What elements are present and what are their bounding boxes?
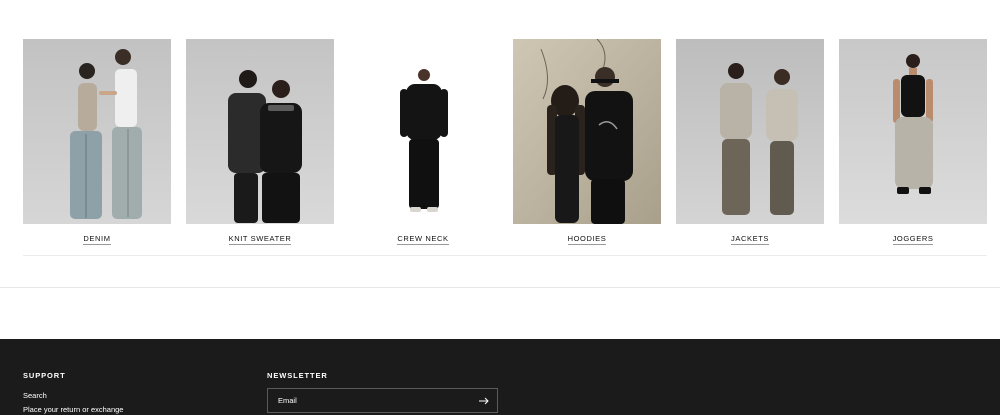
collection-label-jackets[interactable]: JACKETS [731,234,769,245]
collection-image-knit-sweater[interactable] [186,39,334,224]
site-footer: SUPPORT Search Place your return or exch… [0,339,1000,415]
collection-label-denim[interactable]: DENIM [83,234,111,245]
collection-image-hoodies[interactable] [513,39,661,224]
collection-label-knit-sweater[interactable]: KNIT SWEATER [228,234,292,245]
collection-label-joggers[interactable]: JOGGERS [892,234,934,245]
footer-top-divider [0,287,1000,288]
support-heading: SUPPORT [23,371,66,380]
collection-card-jackets[interactable]: JACKETS [676,39,824,249]
collection-image-joggers[interactable] [839,39,987,224]
collection-label-crew-neck[interactable]: CREW NECK [397,234,449,245]
collection-image-jackets[interactable] [676,39,824,224]
footer-link-search[interactable]: Search [23,391,47,400]
newsletter-heading: NEWSLETTER [267,371,328,380]
collection-image-denim[interactable] [23,39,171,224]
collection-card-crew-neck[interactable]: CREW NECK [349,39,497,249]
collection-card-hoodies[interactable]: HOODIES [513,39,661,249]
email-input[interactable] [268,389,473,412]
arrow-right-icon [479,397,489,405]
newsletter-form [267,388,498,413]
collection-image-crew-neck[interactable] [349,39,497,224]
collection-grid: DENIM KNIT SWEATER CREW NECK HOODIES JAC… [23,39,987,249]
footer-link-returns[interactable]: Place your return or exchange [23,405,123,414]
collection-card-denim[interactable]: DENIM [23,39,171,249]
collection-card-joggers[interactable]: JOGGERS [839,39,987,249]
collection-label-hoodies[interactable]: HOODIES [567,234,607,245]
section-divider [23,255,987,256]
collection-card-knit-sweater[interactable]: KNIT SWEATER [186,39,334,249]
newsletter-submit-button[interactable] [475,392,493,410]
